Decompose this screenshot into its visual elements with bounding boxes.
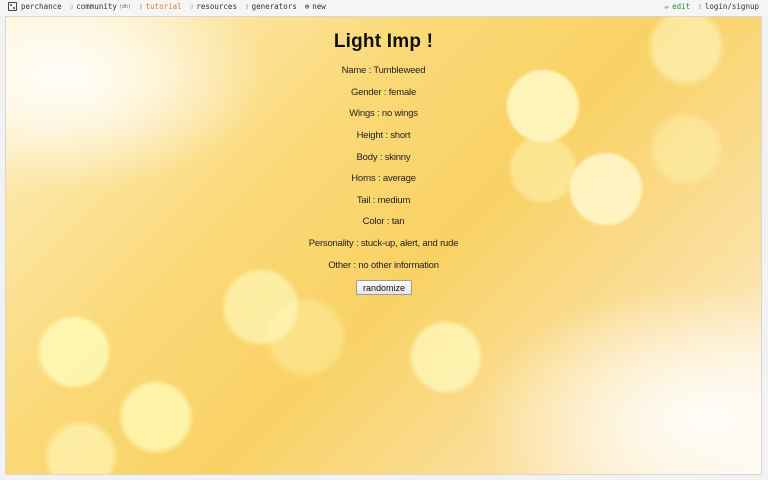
nav-tutorial-label: tutorial: [145, 2, 182, 11]
pencil-icon: ✏: [664, 1, 670, 11]
result-height: Height : short: [356, 130, 411, 141]
user-icon: ▯: [698, 2, 702, 10]
result-other: Other : no other information: [328, 260, 439, 271]
nav-resources-link[interactable]: ▯ resources: [190, 2, 237, 11]
result-gender: Gender : female: [350, 87, 417, 98]
nav-edit-label: edit: [672, 2, 691, 11]
result-tail: Tail : medium: [356, 195, 411, 206]
nav-left-group: perchance ▯ community (dh) ▯ tutorial ▯ …: [8, 2, 334, 11]
result-horns: Horns : average: [351, 173, 416, 184]
nav-edit-link[interactable]: ✏ edit: [665, 2, 691, 11]
nav-community-label: community: [76, 2, 117, 11]
nav-login-label: login/signup: [704, 2, 759, 11]
result-personality: Personality : stuck-up, alert, and rude: [308, 238, 459, 249]
top-nav-bar: perchance ▯ community (dh) ▯ tutorial ▯ …: [0, 0, 768, 16]
result-color: Color : tan: [362, 216, 405, 227]
nav-right-group: ✏ edit ▯ login/signup: [657, 2, 759, 11]
dice-icon: [8, 2, 17, 11]
folder-icon: ▯: [189, 2, 194, 10]
result-body: Body : skinny: [356, 152, 411, 163]
book-icon: ▯: [138, 2, 143, 10]
nav-generators-label: generators: [251, 2, 297, 11]
result-wings: Wings : no wings: [349, 108, 418, 119]
nav-resources-label: resources: [196, 2, 237, 11]
nav-login-link[interactable]: ▯ login/signup: [698, 2, 759, 11]
nav-perchance-label: perchance: [21, 2, 62, 11]
plus-circle-icon: ⊕: [304, 1, 310, 11]
randomize-button[interactable]: randomize: [356, 280, 412, 295]
list-icon: ▯: [244, 2, 249, 10]
nav-community-link[interactable]: ▯ community (dh): [70, 2, 131, 11]
nav-generators-link[interactable]: ▯ generators: [245, 2, 297, 11]
generator-output-panel: Light Imp ! Name : Tumbleweed Gender : f…: [5, 16, 762, 475]
chat-icon: ▯: [69, 2, 74, 10]
generator-title: Light Imp !: [333, 31, 434, 52]
nav-new-link[interactable]: ⊕ new: [305, 2, 326, 11]
nav-tutorial-link[interactable]: ▯ tutorial: [139, 2, 182, 11]
nav-perchance-link[interactable]: perchance: [8, 2, 62, 11]
community-badge: (dh): [118, 3, 131, 10]
result-name: Name : Tumbleweed: [341, 65, 426, 76]
nav-new-label: new: [312, 2, 326, 11]
